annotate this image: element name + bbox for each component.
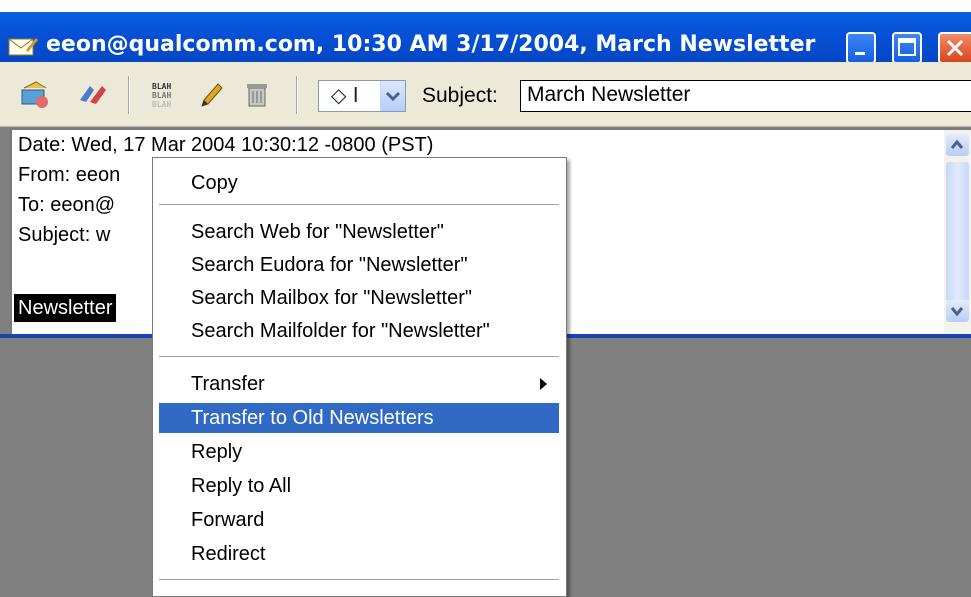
menu-item-reply[interactable]: Reply [159,437,559,467]
trash-icon[interactable] [240,80,274,110]
scroll-up-button[interactable] [946,134,969,156]
menu-item-reply-all[interactable]: Reply to All [159,471,559,501]
menu-item-search-mailbox[interactable]: Search Mailbox for "Newsletter" [159,283,559,313]
scroll-thumb[interactable] [946,162,969,302]
menu-item-transfer-label: Transfer [191,373,265,395]
window-title: eeon@qualcomm.com, 10:30 AM 3/17/2004, M… [46,32,816,57]
close-button[interactable] [938,32,971,64]
minimize-icon [855,52,865,55]
label-dropdown[interactable]: ◇ I [318,80,406,112]
menu-item-transfer[interactable]: Transfer [159,369,559,399]
header-to: To: eeon@ [18,194,116,216]
pencil-icon[interactable] [194,80,228,110]
header-subject: Subject: w [18,224,111,246]
context-menu: Copy Search Web for "Newsletter" Search … [152,157,567,597]
maximize-button[interactable] [892,32,922,64]
svg-text:BLAH: BLAH [152,82,171,91]
vertical-scrollbar[interactable] [944,130,971,334]
subject-input[interactable]: March Newsletter [520,80,971,112]
menu-item-redirect[interactable]: Redirect [159,539,559,569]
close-icon [946,39,964,57]
submenu-arrow-icon [540,378,547,390]
desktop-strip [0,0,971,12]
dropdown-button[interactable] [380,81,405,111]
menu-separator [159,579,559,582]
dropdown-value: ◇ I [331,83,359,107]
envelope-icon [8,38,38,56]
blah-icon[interactable]: BLAH BLAH BLAH [150,80,184,110]
toolbar-separator [128,76,130,114]
menu-separator [159,356,559,359]
reply-icon[interactable] [76,80,110,110]
menu-item-transfer-old-newsletters[interactable]: Transfer to Old Newsletters [159,403,559,433]
menu-item-search-eudora[interactable]: Search Eudora for "Newsletter" [159,250,559,280]
header-date: Date: Wed, 17 Mar 2004 10:30:12 -0800 (P… [18,134,434,156]
maximize-icon [898,38,916,56]
chevron-down-icon [950,307,964,317]
svg-text:BLAH: BLAH [152,100,171,109]
toolbar-separator [296,76,298,114]
svg-text:BLAH: BLAH [152,91,171,100]
header-from: From: eeon [18,164,121,186]
menu-item-search-mailfolder[interactable]: Search Mailfolder for "Newsletter" [159,316,559,346]
menu-item-forward[interactable]: Forward [159,505,559,535]
chevron-down-icon [385,91,401,102]
mailbox-icon[interactable] [18,80,52,110]
title-bar[interactable]: eeon@qualcomm.com, 10:30 AM 3/17/2004, M… [0,12,971,64]
menu-item-copy[interactable]: Copy [159,168,559,198]
chevron-up-icon [950,139,964,149]
menu-separator [159,204,559,207]
selected-text[interactable]: Newsletter [14,294,117,322]
subject-label: Subject: [422,84,498,107]
scroll-down-button[interactable] [946,300,969,322]
minimize-button[interactable] [846,32,876,64]
menu-item-search-web[interactable]: Search Web for "Newsletter" [159,217,559,247]
